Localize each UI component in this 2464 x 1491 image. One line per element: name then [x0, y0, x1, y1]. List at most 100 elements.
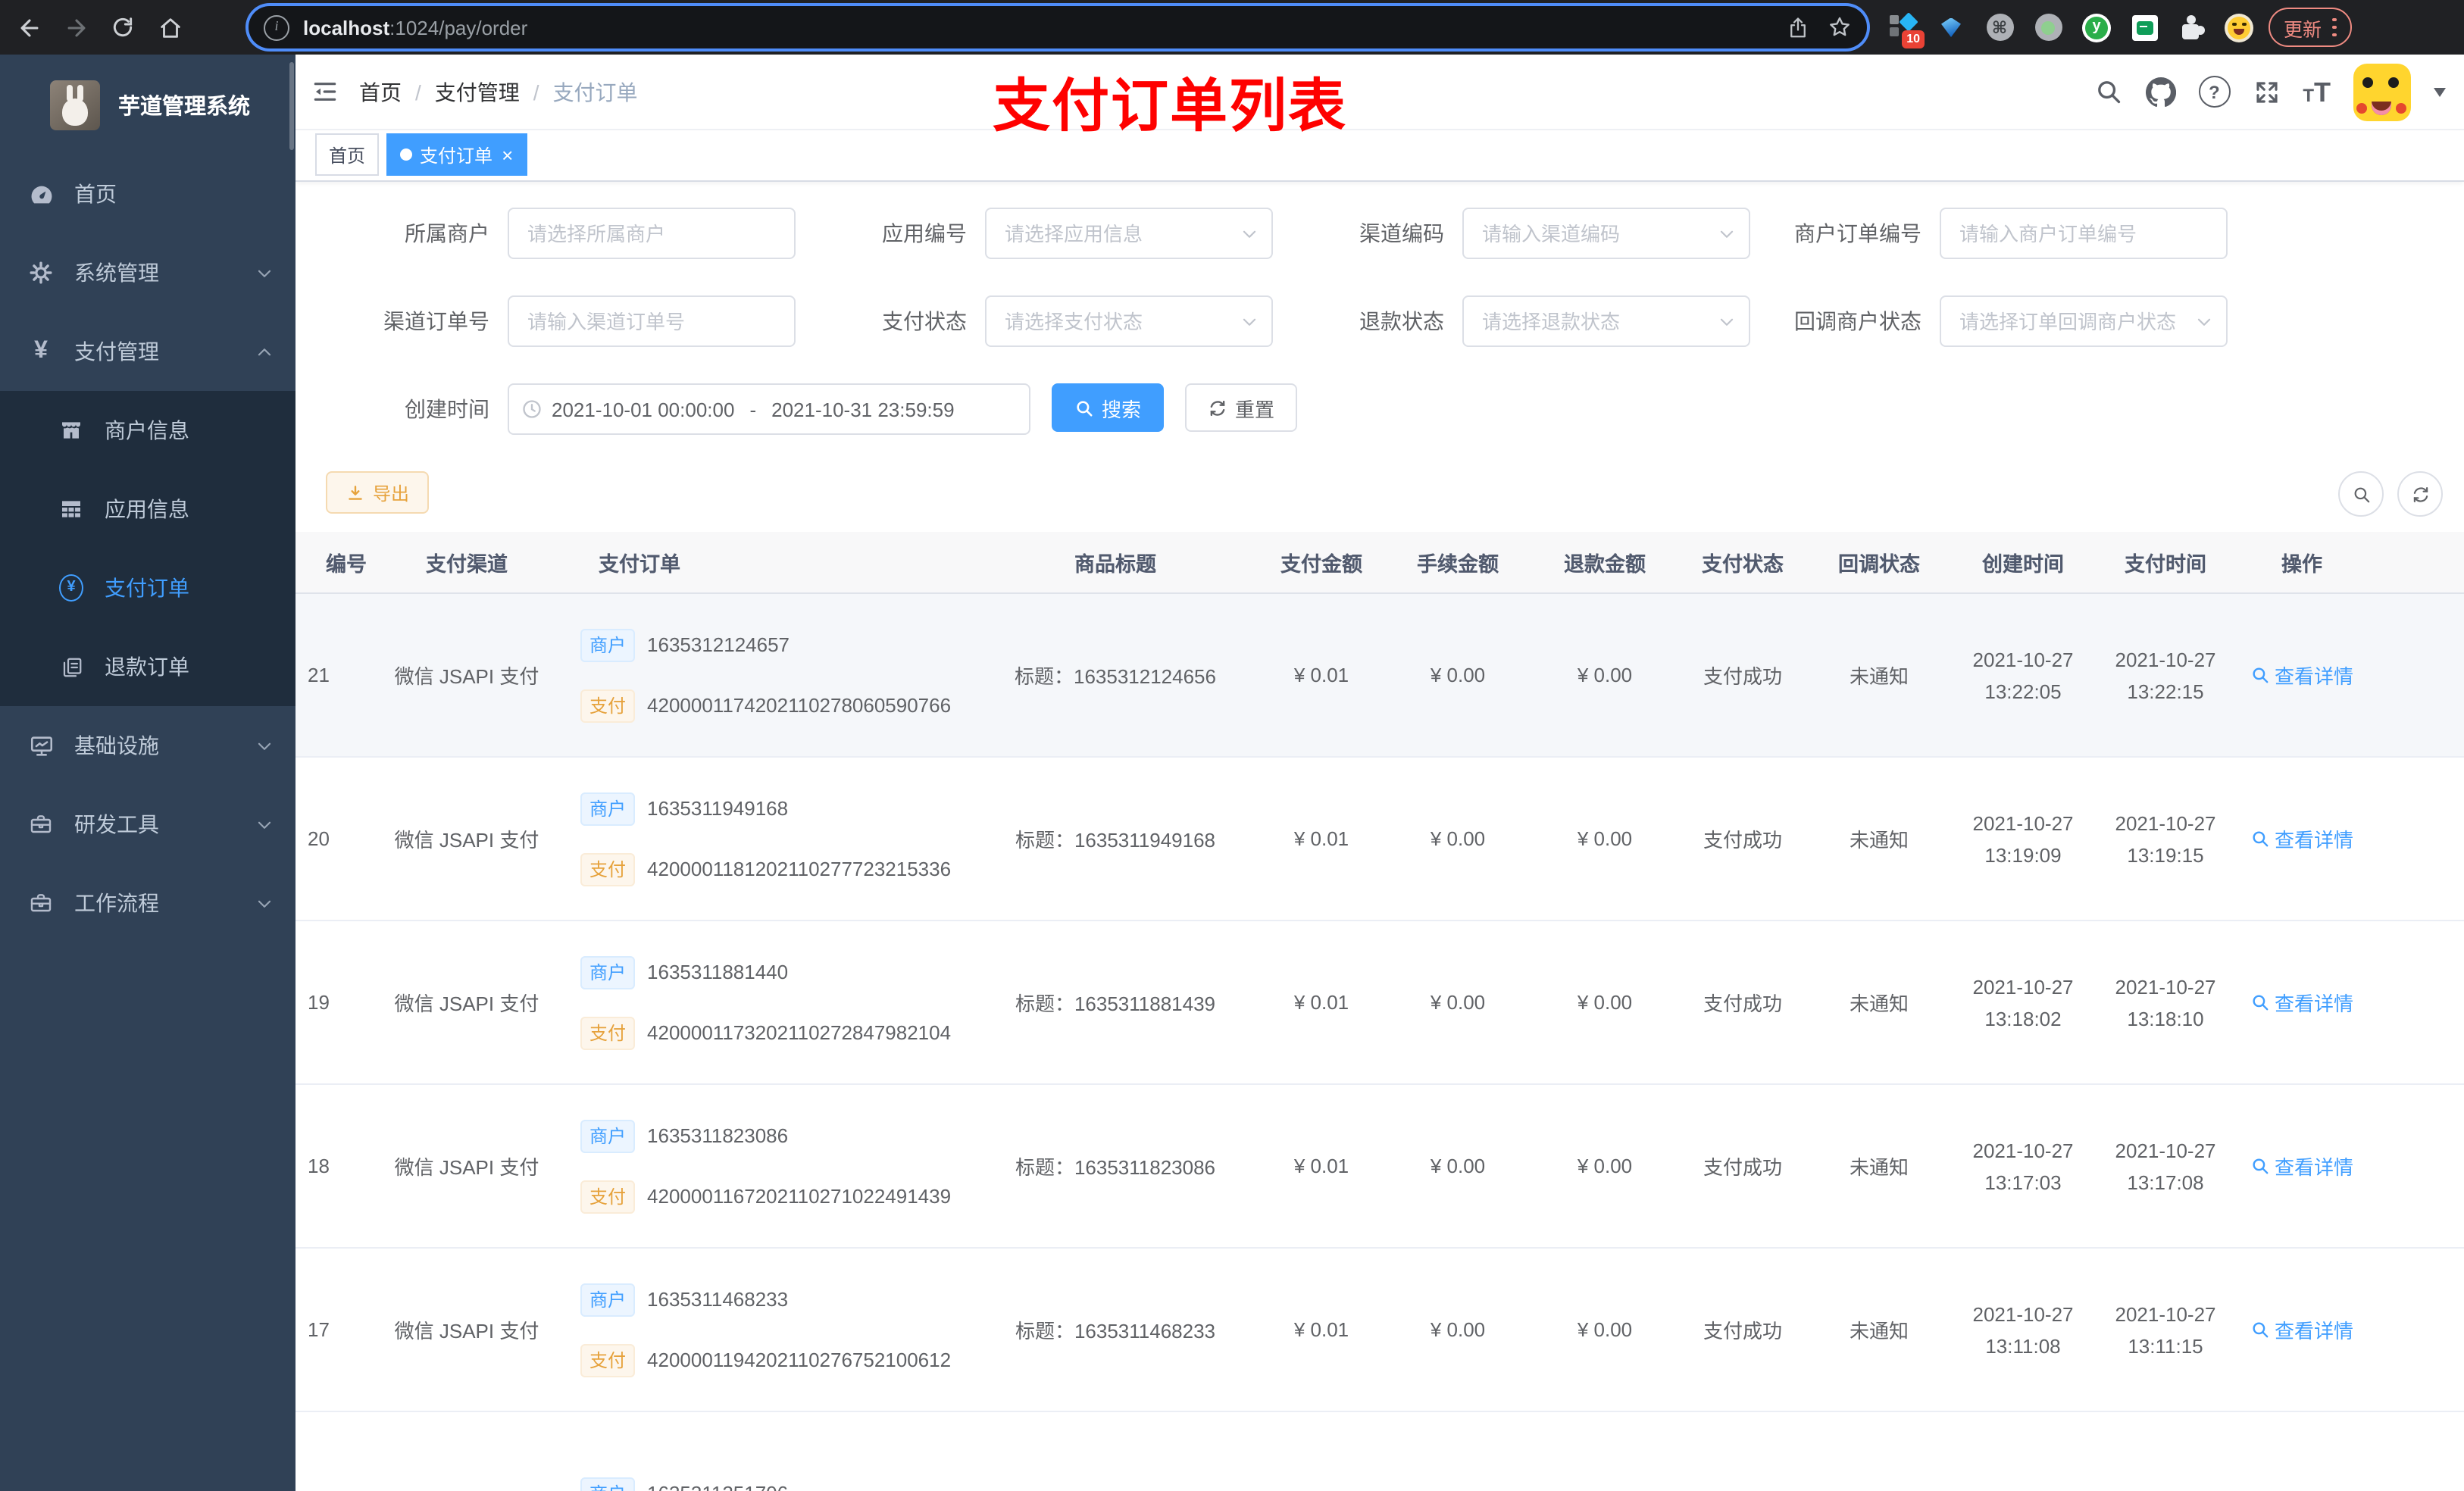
sidebar-item-payment-orders[interactable]: ¥ 支付订单	[0, 549, 295, 627]
sidebar-scrollbar[interactable]	[289, 62, 294, 150]
refresh-table-button[interactable]	[2397, 471, 2443, 517]
extension-gem-icon[interactable]	[1937, 13, 1965, 42]
cell-amount: ¥ 0.01	[1293, 1155, 1349, 1177]
cell-order-numbers: 商户 1635312124657 支付 42000011742021102780605…	[565, 594, 971, 756]
search-button[interactable]: 搜索	[1052, 383, 1165, 432]
column-header: 支付状态	[1702, 553, 1784, 576]
browser-forward-button[interactable]	[58, 9, 94, 45]
sidebar-item-home[interactable]: 首页	[0, 155, 295, 233]
doc-icon	[59, 655, 83, 678]
extension-command-icon[interactable]: ⌘	[1985, 13, 2014, 42]
callback-status-field[interactable]	[1941, 297, 2226, 345]
callback-status-select[interactable]	[1940, 295, 2228, 347]
url-text: localhost:1024/pay/order	[303, 16, 528, 39]
sidebar-item-label: 支付管理	[74, 339, 159, 364]
browser-home-button[interactable]	[152, 9, 188, 45]
sidebar-item-infrastructure[interactable]: 基础设施	[0, 706, 295, 785]
cell-create-time: 2021-10-27 13:18:02	[1972, 975, 2074, 1030]
view-detail-link[interactable]: 查看详情	[2250, 1152, 2353, 1180]
avatar-caret-icon[interactable]	[2434, 87, 2446, 96]
user-avatar[interactable]	[2353, 63, 2411, 120]
merchant-field[interactable]	[509, 209, 794, 258]
channel-order-no-field[interactable]	[509, 297, 794, 345]
sidebar-item-merchant-info[interactable]: 商户信息	[0, 391, 295, 470]
profile-smiley-icon[interactable]	[2225, 13, 2253, 42]
sidebar-fold-button[interactable]	[311, 77, 339, 106]
extensions-puzzle-icon[interactable]	[2179, 14, 2205, 40]
url-bar[interactable]: i localhost:1024/pay/order	[249, 6, 1867, 48]
cell-fee: ¥ 0.00	[1430, 1155, 1486, 1177]
view-detail-link[interactable]: 查看详情	[2250, 988, 2353, 1017]
fullscreen-icon[interactable]	[2253, 78, 2280, 105]
merchant-order-no-input[interactable]	[1940, 208, 2228, 259]
share-icon[interactable]	[1787, 16, 1809, 39]
site-info-icon[interactable]: i	[264, 14, 289, 40]
pay-tag: 支付	[580, 1180, 636, 1213]
breadcrumb-pay-management[interactable]: 支付管理	[435, 77, 520, 107]
extension-slides-icon[interactable]: 10	[1888, 11, 1925, 48]
tag-home[interactable]: 首页	[315, 133, 380, 176]
cell-action: 查看详情	[2235, 661, 2369, 689]
merchant-order-no-field[interactable]	[1941, 209, 2226, 258]
sidebar-item-refund-orders[interactable]: 退款订单	[0, 627, 295, 706]
reset-button[interactable]: 重置	[1185, 383, 1298, 432]
cell-channel: 微信 JSAPI 支付	[394, 992, 539, 1015]
filter-row-1: 所属商户 应用编号 渠道编码 商户订单编号	[318, 208, 2464, 259]
date-end-value[interactable]: 2021-10-31 23:59:59	[771, 398, 954, 420]
sidebar-item-app-info[interactable]: 应用信息	[0, 470, 295, 549]
breadcrumb-home[interactable]: 首页	[359, 77, 402, 107]
table-row: 20 微信 JSAPI 支付 商户 1635311949168 支付 4200001181…	[295, 758, 2464, 921]
merchant-input[interactable]	[508, 208, 796, 259]
sidebar-item-payment-management[interactable]: ¥ 支付管理	[0, 312, 295, 391]
pay-tag: 支付	[580, 852, 636, 886]
channel-code-field[interactable]	[1464, 209, 1749, 258]
cell-pay-status: 支付成功	[1703, 992, 1782, 1015]
export-button[interactable]: 导出	[326, 471, 430, 514]
app-no-select[interactable]	[985, 208, 1273, 259]
tag-close-icon[interactable]: ×	[502, 145, 513, 164]
refund-status-select[interactable]	[1462, 295, 1750, 347]
tag-label: 首页	[329, 145, 366, 166]
cell-fee: ¥ 0.00	[1430, 1318, 1486, 1341]
column-header: 创建时间	[1982, 553, 2064, 576]
channel-code-select[interactable]	[1462, 208, 1750, 259]
clock-icon	[521, 399, 543, 420]
github-icon[interactable]	[2145, 77, 2176, 107]
yen-icon: ¥	[34, 338, 48, 364]
search-icon	[1077, 400, 1093, 416]
search-icon[interactable]	[2093, 77, 2122, 106]
pay-status-select[interactable]	[985, 295, 1273, 347]
help-icon[interactable]: ?	[2198, 76, 2231, 108]
column-header: 商品标题	[1074, 553, 1156, 576]
browser-back-button[interactable]	[11, 9, 47, 45]
font-size-icon[interactable]: TT	[2303, 78, 2331, 105]
cell-channel: 微信 JSAPI 支付	[394, 1156, 539, 1179]
sidebar-item-workflow[interactable]: 工作流程	[0, 864, 295, 942]
grid-icon	[59, 497, 83, 521]
refund-status-field[interactable]	[1464, 297, 1749, 345]
bookmark-star-icon[interactable]	[1828, 15, 1852, 39]
extension-chat-icon[interactable]	[2131, 13, 2159, 42]
filter-label: 渠道订单号	[383, 309, 489, 333]
app-no-field[interactable]	[987, 209, 1271, 258]
show-search-toggle-button[interactable]	[2338, 471, 2384, 517]
extension-dot-icon[interactable]	[2034, 13, 2062, 42]
browser-menu-icon[interactable]	[2332, 17, 2337, 37]
browser-update-button[interactable]: 更新	[2269, 8, 2352, 47]
browser-reload-button[interactable]	[105, 9, 141, 45]
create-time-range-picker[interactable]: 2021-10-01 00:00:00 - 2021-10-31 23:59:5…	[508, 383, 1030, 435]
sidebar-item-system-management[interactable]: 系统管理	[0, 233, 295, 312]
chevron-down-icon	[255, 893, 274, 913]
sidebar-item-dev-tools[interactable]: 研发工具	[0, 785, 295, 864]
channel-order-no-input[interactable]	[508, 295, 796, 347]
pay-status-field[interactable]	[987, 297, 1271, 345]
date-start-value[interactable]: 2021-10-01 00:00:00	[552, 398, 734, 420]
filter-label: 退款状态	[1359, 309, 1444, 333]
merchant-order-no: 1635311468233	[647, 1288, 789, 1311]
view-detail-link[interactable]: 查看详情	[2250, 661, 2353, 689]
channel-pay-no: 4200001174202110278060590766	[647, 694, 952, 717]
extension-y-icon[interactable]: y	[2082, 13, 2111, 42]
view-detail-link[interactable]: 查看详情	[2250, 1315, 2353, 1344]
tag-payment-orders[interactable]: 支付订单 ×	[386, 133, 527, 176]
view-detail-link[interactable]: 查看详情	[2250, 824, 2353, 853]
